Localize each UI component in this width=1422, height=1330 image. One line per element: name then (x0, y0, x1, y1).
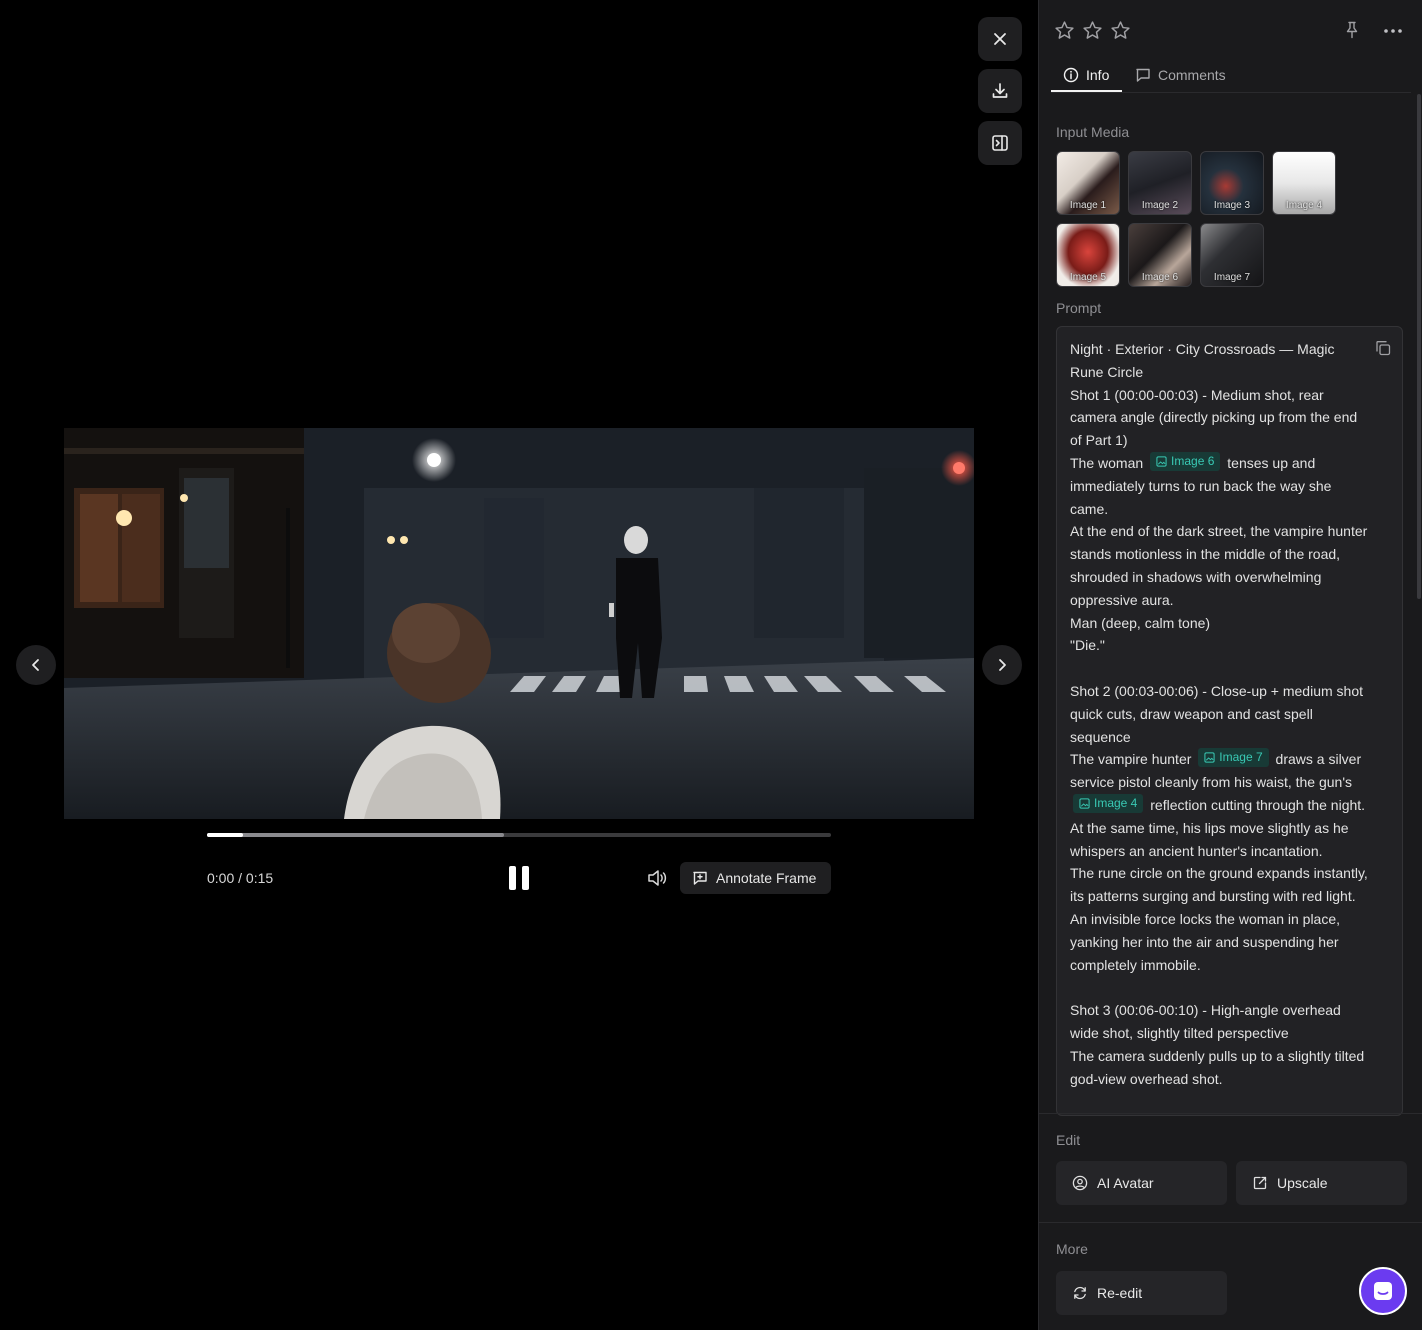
tab-comments-label: Comments (1158, 67, 1226, 83)
prompt-text-segment: The vampire hunter (1070, 751, 1192, 768)
thumbnail-label: Image 6 (1141, 272, 1179, 283)
thumbnail-label: Image 2 (1141, 200, 1179, 211)
upscale-label: Upscale (1277, 1175, 1328, 1191)
input-image-thumbnail[interactable]: Image 1 (1056, 151, 1120, 215)
ai-avatar-label: AI Avatar (1097, 1175, 1154, 1191)
prompt-heading: Prompt (1056, 300, 1102, 316)
more-heading: More (1056, 1241, 1088, 1257)
close-icon (994, 33, 1006, 45)
prompt-line: Shot 2 (00:03-00:06) - Close-up + medium… (1070, 682, 1363, 745)
prompt-text-segment: The woman (1070, 454, 1144, 471)
input-image-thumbnail[interactable]: Image 2 (1128, 151, 1192, 215)
rating-star-1-icon[interactable] (1054, 20, 1075, 41)
comment-icon (1136, 68, 1150, 82)
chevron-right-icon (999, 659, 1006, 671)
details-panel: Info Comments Input Media Image 1 Image … (1038, 0, 1422, 1330)
annotate-frame-label: Annotate Frame (716, 870, 817, 886)
buffered-progress (207, 833, 505, 837)
input-image-thumbnail[interactable]: Image 7 (1200, 223, 1264, 287)
image-reference-chip[interactable]: Image 4 (1073, 793, 1144, 813)
prompt-line: "Die." (1070, 637, 1105, 654)
image-icon (1079, 798, 1090, 809)
prompt-text: Night · Exterior · City Crossroads — Mag… (1070, 338, 1370, 1090)
image-reference-chip[interactable]: Image 7 (1198, 748, 1269, 768)
thumbnail-label: Image 5 (1069, 272, 1107, 283)
chip-label: Image 7 (1219, 750, 1263, 765)
video-player[interactable] (64, 428, 974, 819)
section-divider (1039, 1113, 1422, 1114)
annotate-frame-button[interactable]: Annotate Frame (680, 862, 831, 894)
previous-media-button[interactable] (16, 645, 56, 685)
pin-icon[interactable] (1342, 20, 1362, 40)
close-button[interactable] (978, 17, 1022, 61)
re-edit-button[interactable]: Re-edit (1056, 1271, 1227, 1315)
tab-info-label: Info (1086, 67, 1110, 83)
active-tab-indicator (1051, 90, 1122, 92)
info-icon (1063, 67, 1079, 83)
image-icon (1204, 752, 1215, 763)
tab-comments[interactable]: Comments (1135, 58, 1226, 92)
image-icon (1156, 456, 1167, 467)
re-edit-label: Re-edit (1097, 1285, 1143, 1301)
thumbnail-label: Image 4 (1285, 200, 1323, 211)
prompt-line: The vampire hunter Image 7 draws a silve… (1070, 748, 1370, 862)
annotate-icon (693, 871, 707, 885)
toggle-panel-button[interactable] (978, 121, 1022, 165)
download-button[interactable] (978, 69, 1022, 113)
upscale-icon (1253, 1176, 1267, 1190)
section-divider (1039, 1222, 1422, 1223)
media-viewer: 0:00 / 0:15 Annotate Frame (0, 0, 1038, 1330)
input-image-thumbnail[interactable]: Image 3 (1200, 151, 1264, 215)
prompt-line: The rune circle on the ground expands in… (1070, 865, 1368, 973)
video-frame-illustration (64, 428, 974, 819)
avatar-icon (1072, 1175, 1088, 1191)
thumbnail-label: Image 3 (1213, 200, 1251, 211)
chip-label: Image 4 (1094, 796, 1138, 811)
playback-time: 0:00 / 0:15 (207, 870, 274, 886)
input-media-heading: Input Media (1056, 124, 1130, 140)
chevron-left-icon (32, 659, 39, 671)
prompt-line: The camera suddenly pulls up to a slight… (1070, 1047, 1365, 1087)
chat-icon (1374, 1282, 1392, 1300)
more-options-icon[interactable] (1382, 21, 1404, 41)
thumbnail-label: Image 7 (1213, 272, 1251, 283)
download-icon (992, 83, 1008, 98)
edit-heading: Edit (1056, 1132, 1081, 1148)
upscale-button[interactable]: Upscale (1236, 1161, 1407, 1205)
prompt-line: The woman Image 6 tenses up and immediat… (1070, 451, 1370, 520)
prompt-line: Shot 3 (00:06-00:10) - High-angle overhe… (1070, 1002, 1341, 1041)
input-image-thumbnail[interactable]: Image 6 (1128, 223, 1192, 287)
volume-button[interactable] (646, 868, 668, 888)
playback-progress-bar[interactable] (207, 833, 831, 837)
ai-avatar-button[interactable]: AI Avatar (1056, 1161, 1227, 1205)
prompt-title: Night · Exterior · City Crossroads — Mag… (1070, 341, 1335, 380)
refresh-icon (1074, 1286, 1086, 1300)
pause-button[interactable] (506, 864, 532, 892)
copy-icon[interactable] (1374, 339, 1392, 357)
chip-label: Image 6 (1171, 454, 1215, 469)
prompt-box: Night · Exterior · City Crossroads — Mag… (1056, 326, 1403, 1116)
image-reference-chip[interactable]: Image 6 (1150, 451, 1221, 471)
played-progress (207, 833, 243, 837)
chat-support-button[interactable] (1359, 1267, 1407, 1315)
rating-star-3-icon[interactable] (1110, 20, 1131, 41)
tab-info[interactable]: Info (1063, 58, 1109, 92)
thumbnail-label: Image 1 (1069, 200, 1107, 211)
rating-star-2-icon[interactable] (1082, 20, 1103, 41)
prompt-line: Shot 1 (00:00-00:03) - Medium shot, rear… (1070, 386, 1358, 449)
prompt-line: At the end of the dark street, the vampi… (1070, 523, 1368, 608)
panel-toggle-icon (992, 135, 1008, 151)
input-image-thumbnail[interactable]: Image 4 (1272, 151, 1336, 215)
panel-tabs: Info Comments (1051, 58, 1411, 93)
input-image-thumbnail[interactable]: Image 5 (1056, 223, 1120, 287)
prompt-line: Man (deep, calm tone) (1070, 614, 1211, 631)
panel-scrollbar[interactable] (1417, 94, 1421, 599)
next-media-button[interactable] (982, 645, 1022, 685)
